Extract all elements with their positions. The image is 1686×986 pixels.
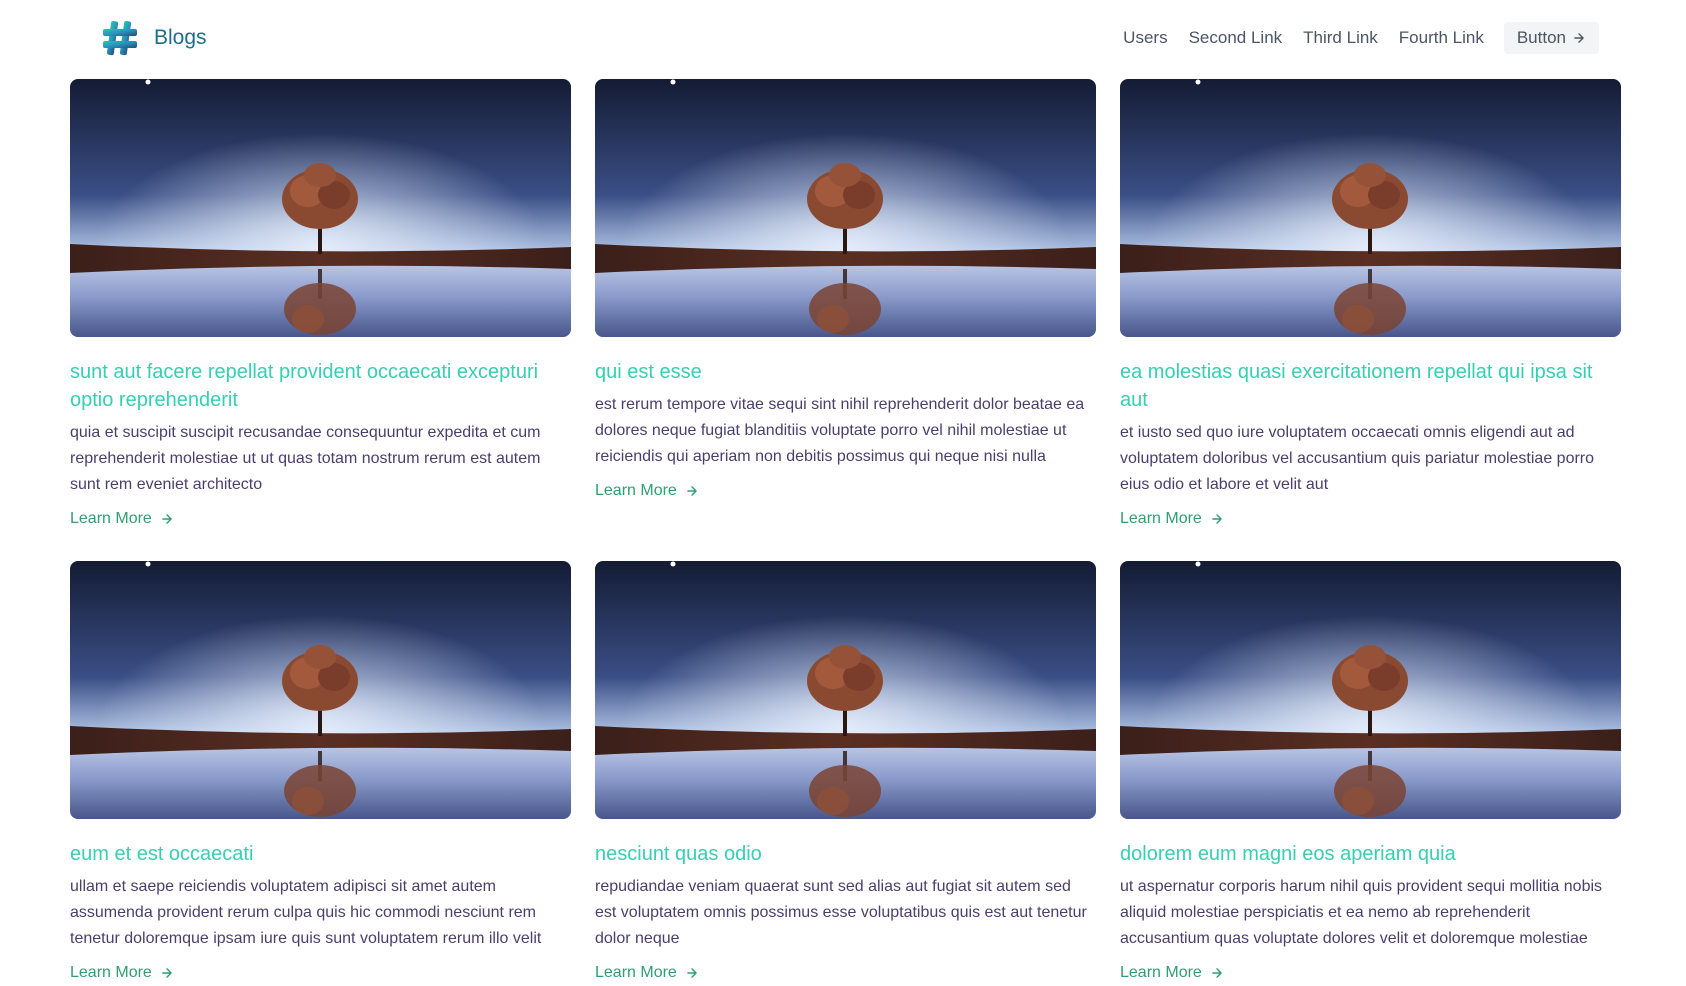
learn-more-link[interactable]: Learn More (595, 960, 699, 986)
arrow-right-icon (162, 514, 172, 524)
puzzle-logo-icon (103, 21, 137, 56)
learn-more-link[interactable]: Learn More (70, 960, 174, 986)
blog-card-title: eum et est occaecati (70, 843, 254, 865)
top-header: Blogs Users Second Link Third Link Fourt… (0, 0, 1686, 77)
blog-card-body: ullam et saepe reiciendis voluptatem adi… (70, 878, 542, 947)
blog-card-body: et iusto sed quo iure voluptatem occaeca… (1120, 424, 1595, 493)
learn-more-link[interactable]: Learn More (1120, 506, 1224, 532)
blog-card-body: est rerum tempore vitae sequi sint nihil… (595, 396, 1085, 465)
brand-link[interactable]: Blogs (102, 18, 207, 58)
blog-card-title: sunt aut facere repellat provident occae… (70, 361, 539, 411)
learn-more-label: Learn More (595, 964, 677, 981)
arrow-right-icon (687, 968, 697, 978)
blog-card-image (595, 561, 1096, 819)
learn-more-label: Learn More (70, 964, 152, 981)
blog-card-image (595, 79, 1096, 337)
blog-card-image (1120, 561, 1621, 819)
nav-link-users[interactable]: Users (1123, 28, 1167, 48)
learn-more-link[interactable]: Learn More (1120, 960, 1224, 986)
header-button-label: Button (1516, 28, 1566, 47)
learn-more-label: Learn More (70, 510, 152, 527)
arrow-right-icon (1212, 514, 1222, 524)
blog-card-body: repudiandae veniam quaerat sunt sed alia… (595, 878, 1087, 947)
blog-card-image (1120, 79, 1621, 337)
header-button[interactable]: Button (1503, 22, 1599, 54)
arrow-right-icon (1212, 968, 1222, 978)
arrow-right-icon (162, 968, 172, 978)
learn-more-link[interactable]: Learn More (595, 478, 699, 504)
learn-more-link[interactable]: Learn More (70, 506, 174, 532)
brand-name: Blogs (154, 26, 207, 49)
blog-card: dolorem eum magni eos aperiam quia ut as… (1120, 561, 1621, 986)
nav-link-fourth[interactable]: Fourth Link (1399, 28, 1484, 48)
blog-grid: sunt aut facere repellat provident occae… (70, 79, 1621, 986)
arrow-right-icon (1574, 33, 1584, 43)
blog-card-image (70, 79, 571, 337)
nav-link-second[interactable]: Second Link (1189, 28, 1283, 48)
blog-card: ea molestias quasi exercitationem repell… (1120, 79, 1621, 561)
blog-card-title: ea molestias quasi exercitationem repell… (1120, 361, 1593, 411)
learn-more-label: Learn More (1120, 964, 1202, 981)
blog-card-image (70, 561, 571, 819)
blog-card: eum et est occaecati ullam et saepe reic… (70, 561, 571, 986)
blog-card: nesciunt quas odio repudiandae veniam qu… (595, 561, 1096, 986)
learn-more-label: Learn More (595, 482, 677, 499)
blog-card-body: quia et suscipit suscipit recusandae con… (70, 424, 541, 493)
main-nav: Users Second Link Third Link Fourth Link… (1123, 22, 1599, 54)
blog-card: qui est esse est rerum tempore vitae seq… (595, 79, 1096, 561)
blog-card-body: ut aspernatur corporis harum nihil quis … (1120, 878, 1603, 947)
blog-card: sunt aut facere repellat provident occae… (70, 79, 571, 561)
blog-card-title: qui est esse (595, 361, 702, 383)
nav-link-third[interactable]: Third Link (1303, 28, 1378, 48)
blog-card-title: nesciunt quas odio (595, 843, 762, 865)
learn-more-label: Learn More (1120, 510, 1202, 527)
arrow-right-icon (687, 486, 697, 496)
blog-card-title: dolorem eum magni eos aperiam quia (1120, 843, 1456, 865)
